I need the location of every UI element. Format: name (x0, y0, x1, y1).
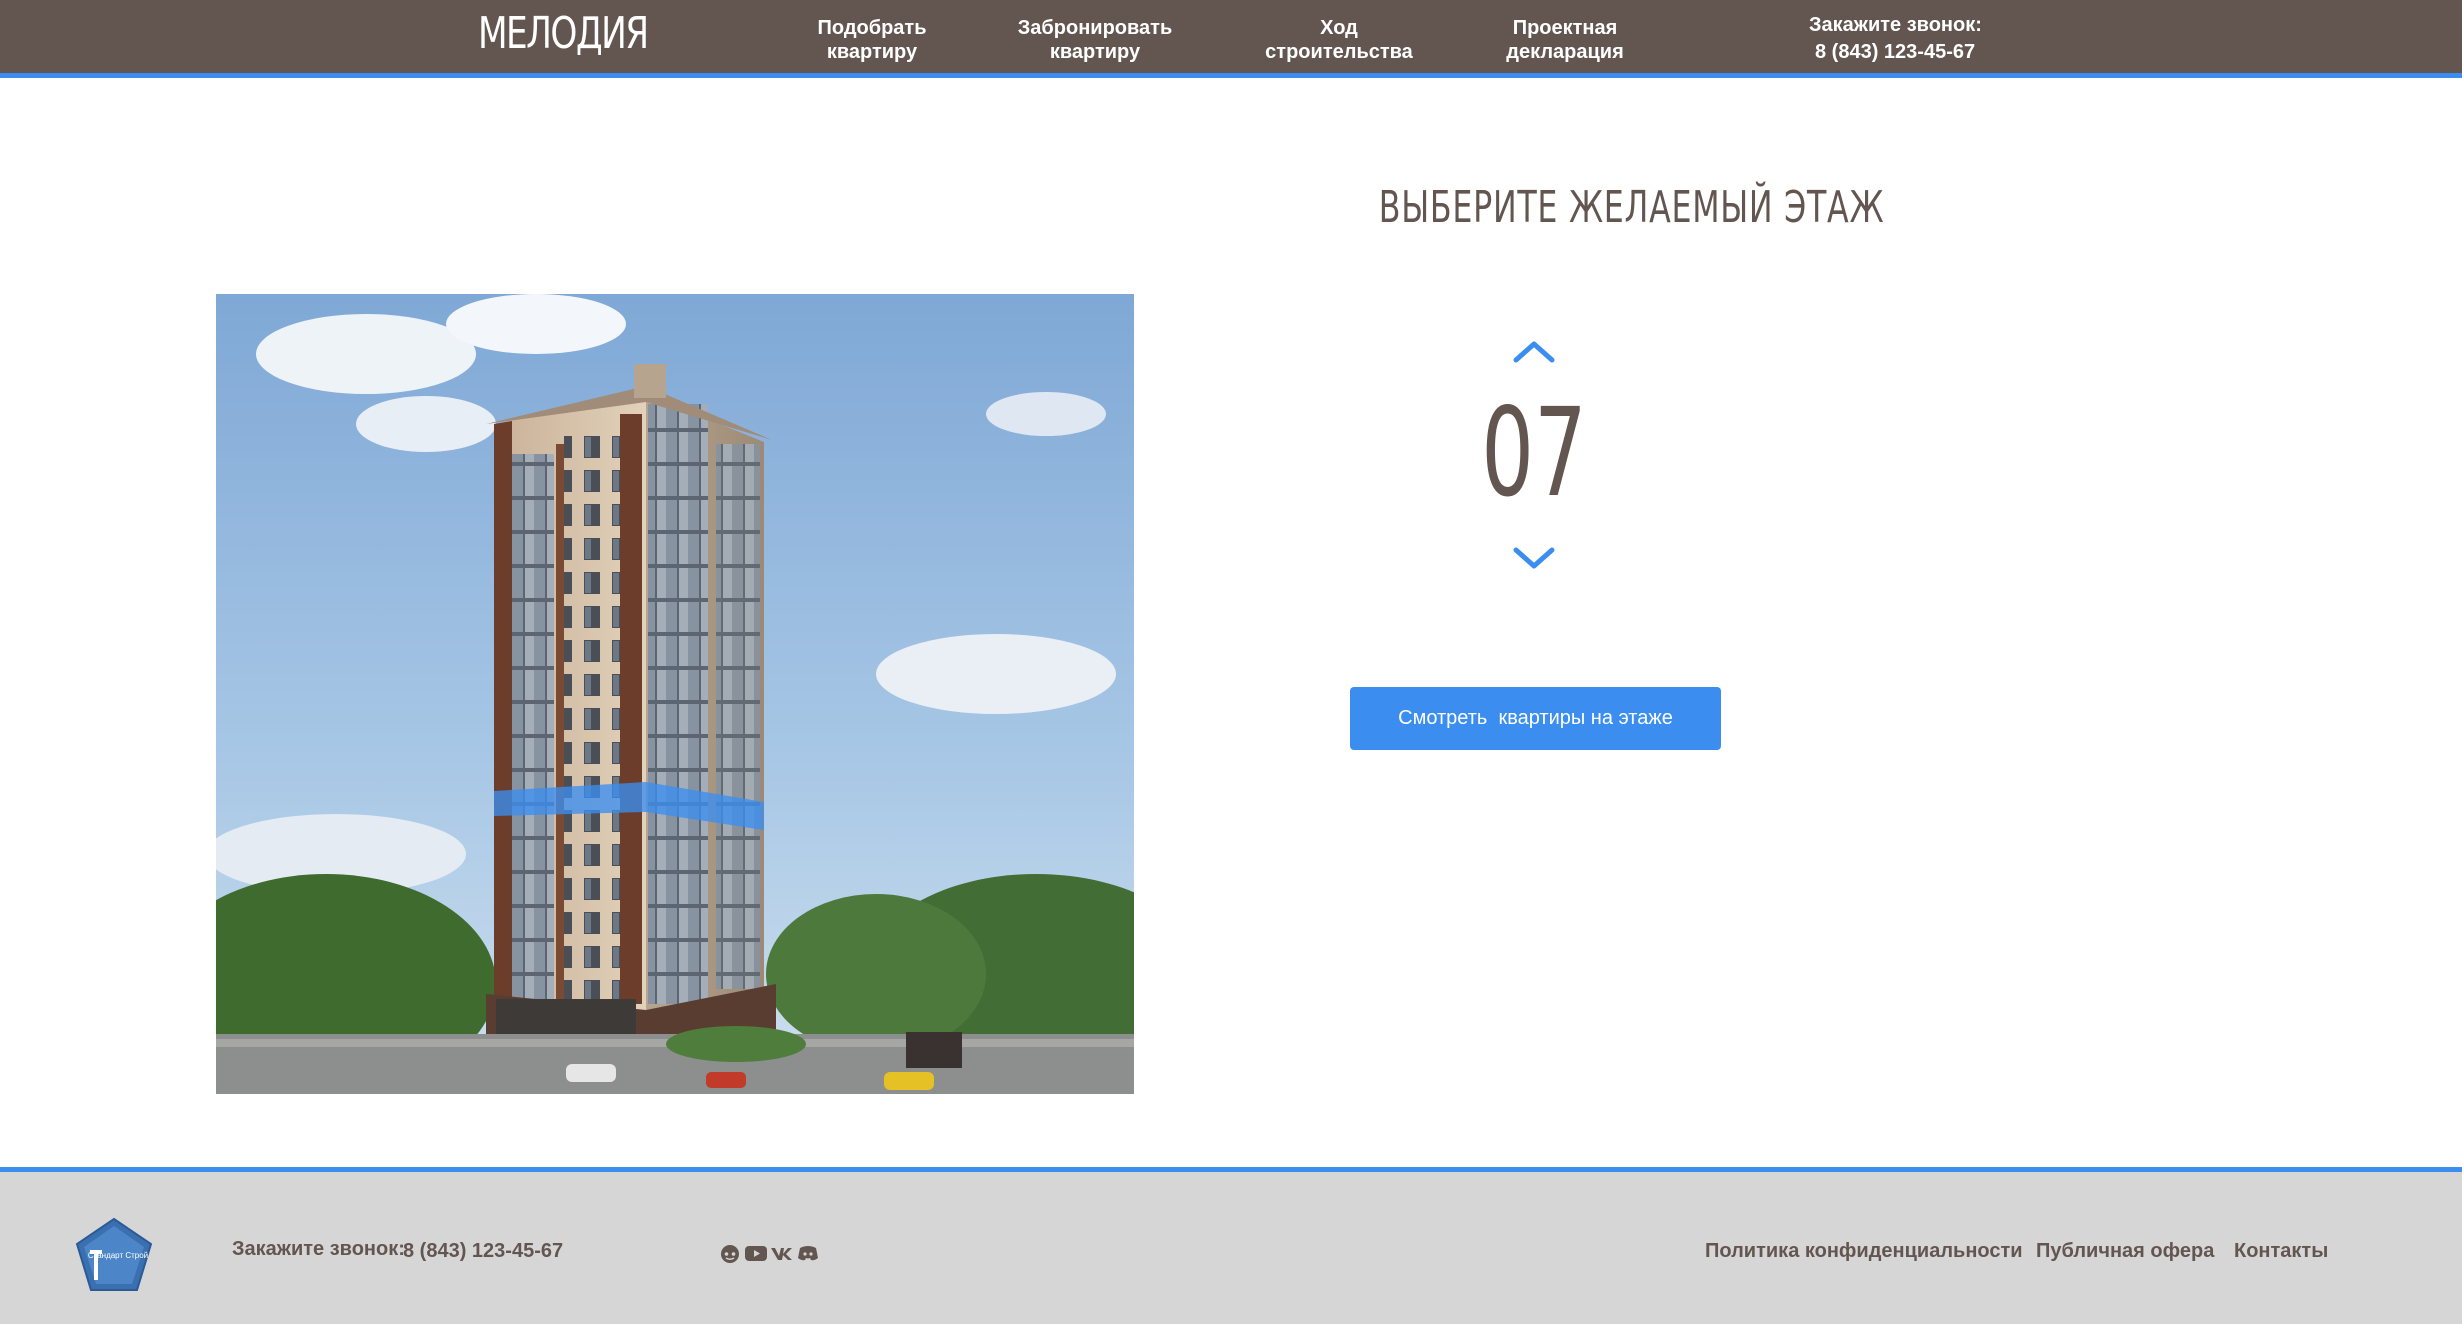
nav-book-apartment[interactable]: Забронировать квартиру (1010, 16, 1180, 64)
contacts-link[interactable]: Контакты (2234, 1240, 2328, 1263)
nav-construction-progress[interactable]: Ход строительства (1254, 16, 1424, 64)
site-footer: Стандарт Строй Закажите звонок: 8 (843) … (0, 1167, 2462, 1324)
company-logo[interactable]: Стандарт Строй (74, 1216, 154, 1296)
view-apartments-on-floor-button[interactable]: Смотреть квартиры на этаже (1350, 687, 1721, 750)
chevron-up-icon[interactable] (1510, 336, 1558, 366)
building-illustration (216, 294, 1134, 1094)
nav-select-apartment[interactable]: Подобрать квартиру (792, 16, 952, 64)
vk-icon[interactable] (770, 1242, 794, 1264)
public-offer-link[interactable]: Публичная офера (2036, 1240, 2214, 1263)
callback-label: Закажите звонок: (1809, 14, 1982, 36)
social-links (718, 1242, 820, 1264)
footer-callback-label: Закажите звонок: (232, 1238, 405, 1260)
company-logo-text: Стандарт Строй (88, 1251, 148, 1260)
building-image[interactable] (216, 294, 1134, 1094)
youtube-icon[interactable] (744, 1242, 768, 1264)
chevron-down-icon[interactable] (1510, 542, 1558, 572)
nav-project-declaration[interactable]: Проектная декларация (1495, 16, 1635, 64)
reddit-icon[interactable] (718, 1242, 742, 1264)
site-header: МЕЛОДИЯ Подобрать квартиру Забронировать… (0, 0, 2462, 78)
callback-phone[interactable]: 8 (843) 123-45-67 (1809, 39, 1982, 66)
privacy-policy-link[interactable]: Политика конфиденциальности (1705, 1240, 2023, 1263)
floor-number: 07 (1481, 382, 1587, 524)
footer-phone[interactable]: 8 (843) 123-45-67 (403, 1240, 563, 1263)
header-callback[interactable]: Закажите звонок: 8 (843) 123-45-67 (1809, 12, 1982, 66)
floor-selector-title: ВЫБЕРИТЕ ЖЕЛАЕМЫЙ ЭТАЖ (1378, 182, 1885, 233)
discord-icon[interactable] (796, 1242, 820, 1264)
site-logo[interactable]: МЕЛОДИЯ (478, 6, 649, 62)
